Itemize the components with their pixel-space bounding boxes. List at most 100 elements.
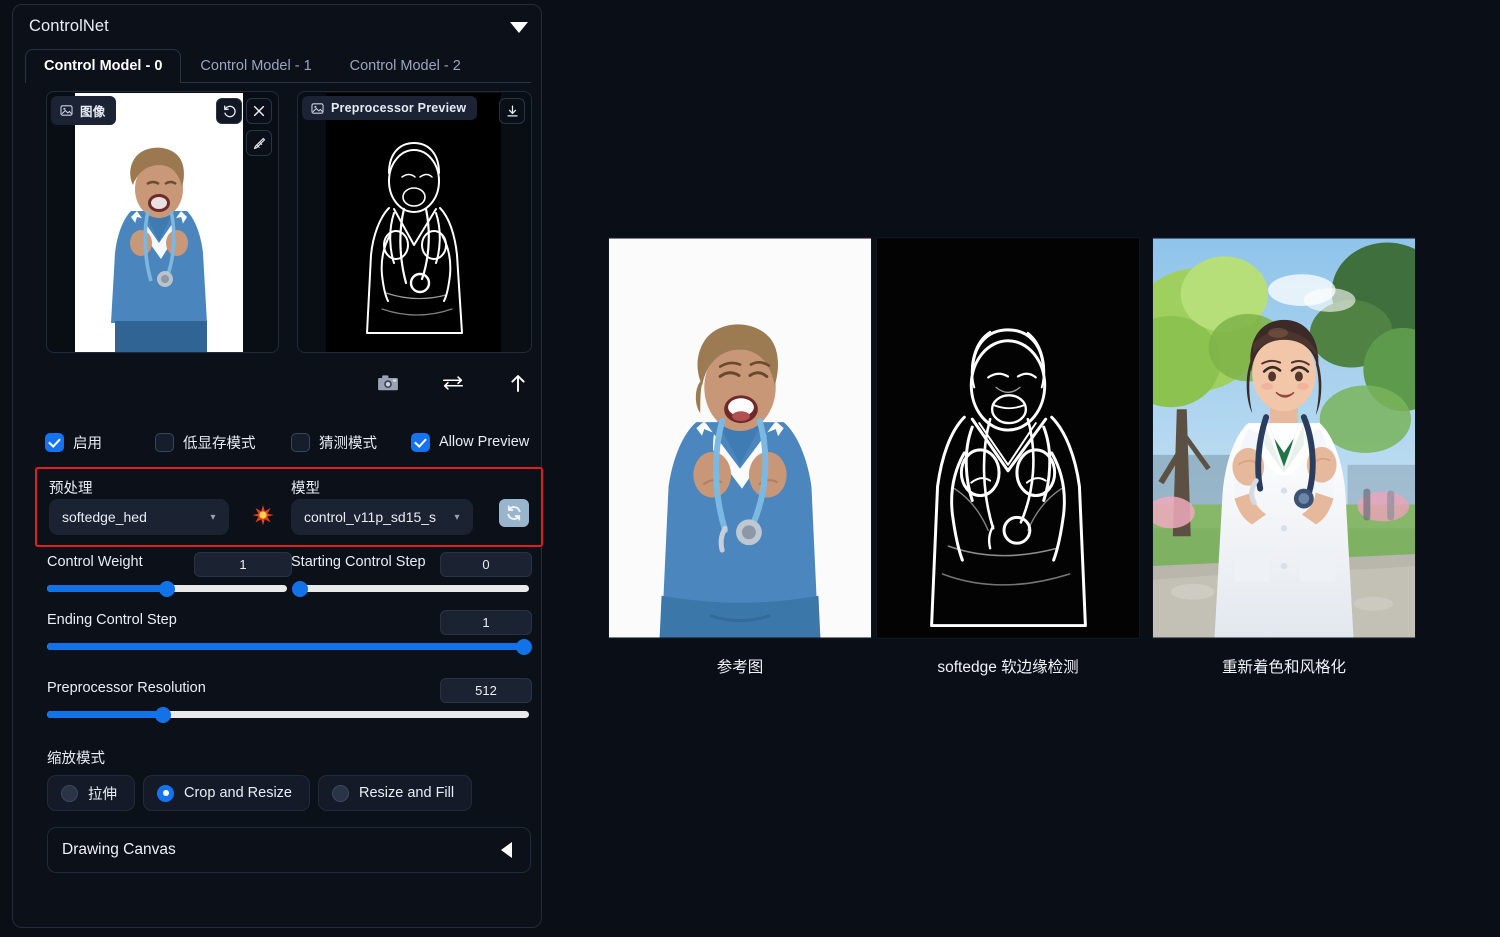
- chevron-down-icon: ▾: [454, 511, 460, 523]
- radio-stretch-dot[interactable]: [61, 784, 78, 802]
- panel-header: ControlNet: [13, 5, 541, 47]
- refresh-models-button[interactable]: [499, 499, 529, 527]
- control-weight-value[interactable]: 1: [194, 552, 292, 577]
- gallery-caption-reference: 参考图: [716, 659, 764, 676]
- close-icon: [253, 105, 265, 117]
- run-preprocessor-button[interactable]: [252, 504, 274, 526]
- preprocessor-resolution-slider[interactable]: [47, 706, 529, 723]
- chevron-down-icon: ▾: [210, 511, 216, 523]
- checkbox-lowvram[interactable]: 低显存模式: [155, 432, 291, 453]
- source-image-thumbnail: [75, 93, 243, 352]
- radio-resize-and-fill[interactable]: Resize and Fill: [318, 775, 473, 811]
- preprocessor-preview-thumbnail: [326, 93, 501, 352]
- control-weight-slider[interactable]: [47, 580, 287, 597]
- model-dropdown[interactable]: control_v11p_sd15_s ▾: [291, 499, 473, 535]
- control-weight-label: Control Weight: [47, 554, 143, 570]
- radio-crop-and-resize[interactable]: Crop and Resize: [143, 775, 310, 811]
- app-root: ControlNet Control Model - 0 Control Mod…: [0, 0, 1500, 937]
- starting-control-step-value[interactable]: 0: [440, 552, 532, 577]
- camera-icon: [378, 375, 398, 391]
- refresh-icon: [507, 505, 521, 521]
- preprocessor-value: softedge_hed: [62, 509, 147, 525]
- upload-button[interactable]: [503, 369, 533, 397]
- picture-icon: [311, 102, 324, 114]
- ending-control-step-slider[interactable]: [47, 638, 533, 655]
- camera-button[interactable]: [373, 369, 403, 397]
- preprocessor-dropdown[interactable]: softedge_hed ▾: [49, 499, 229, 535]
- ending-control-step-knob[interactable]: [516, 638, 533, 655]
- tab-control-model-1[interactable]: Control Model - 1: [181, 49, 330, 83]
- checkbox-allow-preview-box[interactable]: [411, 432, 430, 452]
- radio-resize-and-fill-dot[interactable]: [332, 784, 349, 802]
- result-gallery: 参考图 softedge 软边缘检测 重新着色和风格化: [608, 237, 1424, 687]
- radio-crop-and-resize-dot[interactable]: [157, 784, 174, 802]
- download-button[interactable]: [499, 98, 525, 124]
- checkbox-lowvram-label: 低显存模式: [183, 435, 256, 452]
- checkbox-allow-preview[interactable]: Allow Preview: [411, 432, 530, 452]
- preprocessor-resolution-value[interactable]: 512: [440, 678, 532, 703]
- image-row: 图像 Preprocessor Preview: [35, 91, 535, 353]
- preprocessor-preview-box[interactable]: Preprocessor Preview: [297, 91, 532, 353]
- clear-button[interactable]: [246, 98, 272, 124]
- tab-control-model-2[interactable]: Control Model - 2: [331, 49, 480, 83]
- source-image-box[interactable]: 图像: [46, 91, 279, 353]
- drawing-canvas-accordion[interactable]: Drawing Canvas: [47, 827, 531, 873]
- radio-stretch[interactable]: 拉伸: [47, 775, 135, 811]
- tab-control-model-0[interactable]: Control Model - 0: [25, 49, 182, 83]
- arrow-up-icon: [511, 375, 525, 392]
- swap-button[interactable]: [438, 369, 468, 397]
- panel-collapse-toggle[interactable]: [509, 17, 529, 37]
- checkbox-guess-mode[interactable]: 猜测模式: [291, 432, 411, 453]
- model-label: 模型: [291, 481, 320, 497]
- ending-control-step-value[interactable]: 1: [440, 610, 532, 635]
- checkbox-guess-mode-box[interactable]: [291, 432, 310, 452]
- gallery-item-stylized[interactable]: 重新着色和风格化: [1152, 237, 1416, 677]
- undo-icon: [223, 105, 236, 117]
- checkbox-enable-box[interactable]: [45, 432, 64, 452]
- download-icon: [506, 104, 518, 117]
- triangle-down-icon: [510, 21, 528, 33]
- undo-button[interactable]: [216, 98, 242, 124]
- spark-burst-icon: [252, 505, 274, 526]
- drawing-canvas-label: Drawing Canvas: [62, 841, 176, 858]
- control-weight-fill: [47, 585, 167, 592]
- controlnet-panel: ControlNet Control Model - 0 Control Mod…: [12, 4, 543, 928]
- starting-control-step-slider[interactable]: [292, 580, 529, 597]
- preprocessor-preview-label: Preprocessor Preview: [302, 96, 478, 120]
- source-image-label: 图像: [51, 96, 117, 125]
- radio-stretch-label: 拉伸: [88, 786, 117, 803]
- preprocessor-resolution-fill: [47, 711, 163, 718]
- stylized-result: [1152, 237, 1416, 639]
- triangle-left-icon: [501, 842, 512, 858]
- checkbox-enable[interactable]: 启用: [45, 432, 155, 453]
- resize-mode-label: 缩放模式: [47, 751, 105, 767]
- control-model-tabs: Control Model - 0 Control Model - 1 Cont…: [25, 49, 531, 83]
- panel-title: ControlNet: [29, 16, 109, 35]
- control-weight-knob[interactable]: [159, 580, 175, 597]
- options-checkbox-row: 启用 低显存模式 猜测模式 Allow Preview: [45, 429, 535, 455]
- softedge-map: [876, 237, 1140, 639]
- edit-button[interactable]: [246, 130, 272, 156]
- checkbox-lowvram-box[interactable]: [155, 432, 174, 452]
- swap-arrows-icon: [442, 376, 464, 390]
- checkbox-guess-mode-label: 猜测模式: [319, 435, 377, 452]
- preprocessor-model-highlight: 预处理 softedge_hed ▾ 模型 control_v11p_sd15_…: [35, 467, 543, 547]
- radio-crop-and-resize-label: Crop and Resize: [184, 785, 292, 801]
- ending-control-step-fill: [47, 643, 529, 650]
- model-value: control_v11p_sd15_s: [304, 509, 437, 525]
- preprocessor-resolution-label: Preprocessor Resolution: [47, 680, 206, 696]
- image-tools-toolbar: [373, 367, 533, 399]
- starting-control-step-knob[interactable]: [292, 580, 309, 597]
- resize-mode-group: 拉伸 Crop and Resize Resize and Fill: [47, 775, 473, 811]
- ending-control-step-label: Ending Control Step: [47, 612, 177, 628]
- preprocessor-label: 预处理: [49, 481, 93, 497]
- gallery-item-softedge[interactable]: softedge 软边缘检测: [876, 237, 1140, 677]
- reference-photo: [608, 237, 872, 639]
- gallery-caption-softedge: softedge 软边缘检测: [937, 659, 1079, 676]
- radio-resize-and-fill-label: Resize and Fill: [359, 785, 455, 801]
- preprocessor-resolution-knob[interactable]: [154, 706, 171, 723]
- preprocessor-preview-label-text: Preprocessor Preview: [331, 101, 467, 115]
- checkbox-allow-preview-label: Allow Preview: [439, 434, 530, 450]
- gallery-item-reference[interactable]: 参考图: [608, 237, 872, 677]
- gallery-caption-stylized: 重新着色和风格化: [1221, 659, 1346, 676]
